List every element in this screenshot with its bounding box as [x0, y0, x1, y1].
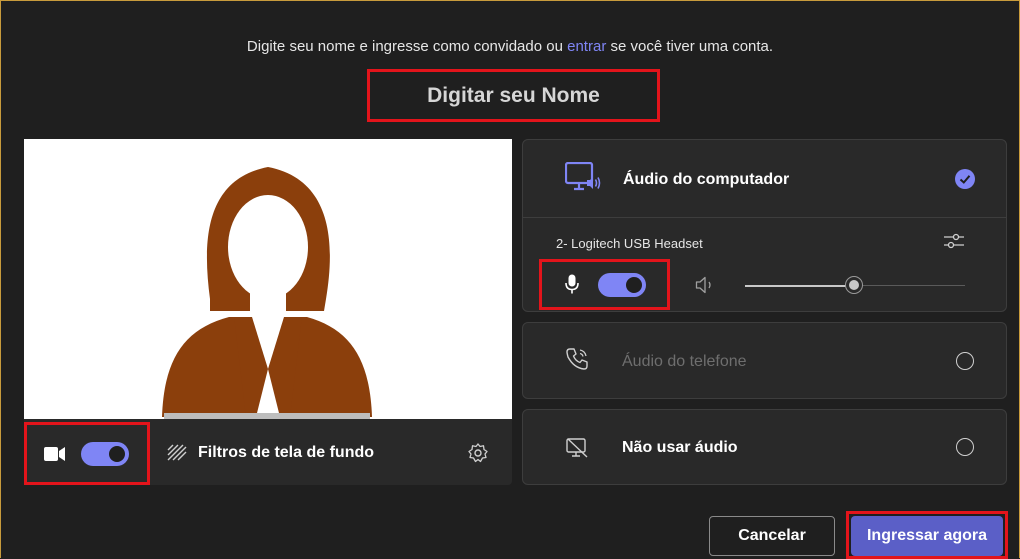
background-effects-icon	[167, 444, 187, 461]
volume-track	[855, 285, 965, 286]
phone-audio-radio[interactable]	[956, 352, 974, 370]
microphone-toggle[interactable]	[598, 273, 646, 297]
selected-check-icon	[955, 169, 975, 189]
phone-audio-option[interactable]: Áudio do telefone	[522, 322, 1007, 399]
no-audio-option[interactable]: Não usar áudio	[522, 409, 1007, 485]
video-controls-bar: Filtros de tela de fundo	[24, 419, 512, 485]
phone-icon	[566, 348, 588, 370]
computer-audio-icon	[565, 162, 601, 191]
computer-audio-option[interactable]: Áudio do computador 2- Logitech USB Head…	[522, 139, 1007, 312]
name-input-placeholder: Digitar seu Nome	[427, 83, 600, 107]
microphone-icon	[565, 274, 579, 294]
audio-device-name: 2- Logitech USB Headset	[556, 236, 703, 251]
background-filters-label[interactable]: Filtros de tela de fundo	[198, 444, 374, 462]
join-now-button[interactable]: Ingressar agora	[851, 516, 1003, 556]
divider	[523, 217, 1006, 218]
settings-gear-icon[interactable]	[468, 443, 488, 463]
volume-slider-thumb[interactable]	[845, 276, 863, 294]
name-input[interactable]: Digitar seu Nome	[367, 69, 660, 122]
camera-toggle[interactable]	[81, 442, 129, 466]
device-settings-icon[interactable]	[943, 232, 965, 250]
cancel-button[interactable]: Cancelar	[709, 516, 835, 556]
computer-audio-label: Áudio do computador	[623, 171, 790, 188]
join-instructions: Digite seu nome e ingresse como convidad…	[246, 38, 774, 55]
video-preview	[24, 139, 512, 419]
sign-in-link[interactable]: entrar	[567, 38, 606, 55]
speaker-icon	[695, 276, 711, 294]
no-audio-radio[interactable]	[956, 438, 974, 456]
no-audio-label: Não usar áudio	[622, 439, 738, 456]
avatar-silhouette	[162, 167, 372, 419]
phone-audio-label: Áudio do telefone	[622, 353, 747, 370]
volume-track-filled	[745, 285, 855, 287]
camera-icon	[44, 447, 65, 461]
no-audio-icon	[566, 438, 588, 458]
